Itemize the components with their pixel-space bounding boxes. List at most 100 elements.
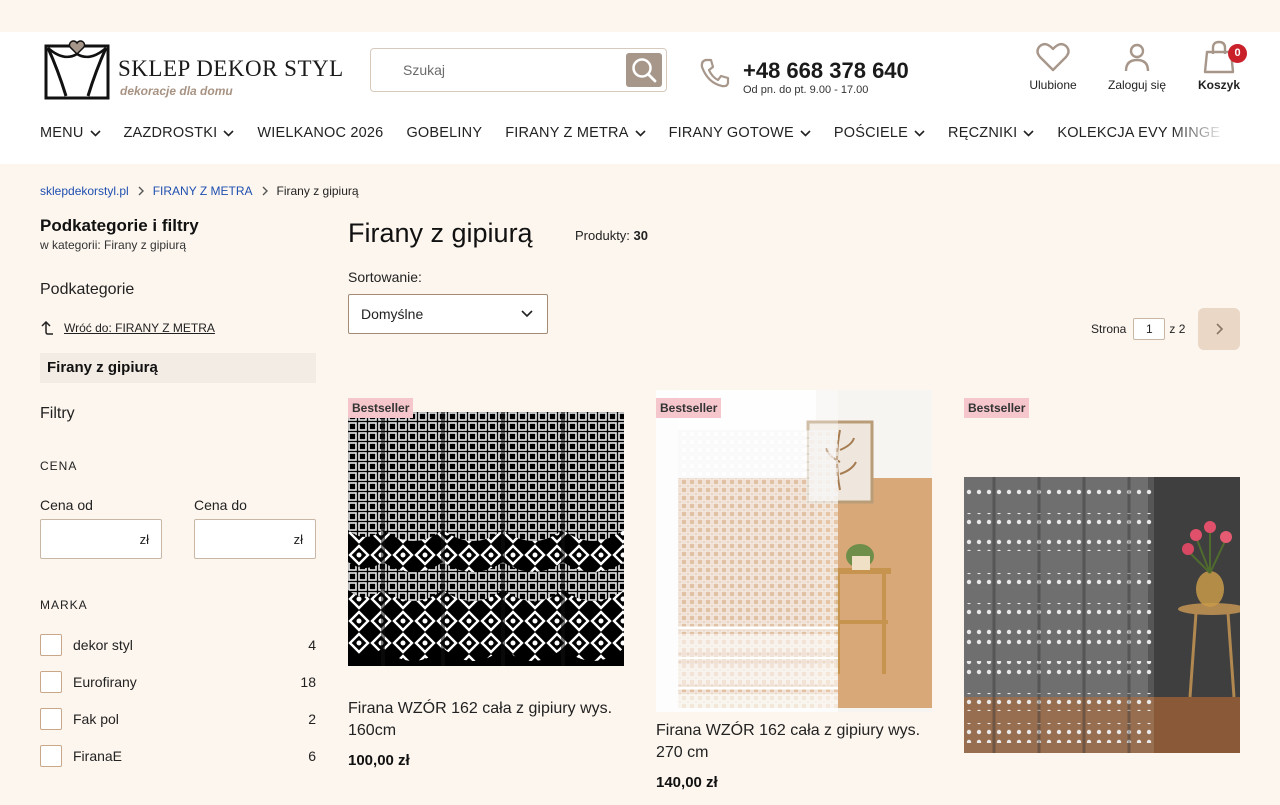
sidebar: Podkategorie i filtry w kategorii: Firan… xyxy=(40,216,316,767)
brand-item[interactable]: Eurofirany 18 xyxy=(40,671,316,693)
product-name[interactable]: Firana WZÓR 162 cała z gipiury wys. 270 … xyxy=(656,720,936,764)
product-count-label: Produkty: xyxy=(575,228,630,243)
login-button[interactable]: Zaloguj się xyxy=(1104,42,1170,92)
nav-item-label: POŚCIELE xyxy=(833,125,909,141)
product-image[interactable] xyxy=(964,477,1240,753)
sort-select[interactable]: Domyślne xyxy=(348,294,548,334)
sidebar-subtitle: w kategorii: Firany z gipiurą xyxy=(40,238,187,252)
top-strip xyxy=(0,0,1280,32)
search-bar xyxy=(370,48,667,92)
heart-icon xyxy=(1036,42,1070,72)
price-heading: CENA xyxy=(40,459,78,473)
brand-count: 2 xyxy=(308,711,316,727)
page-input[interactable]: 1 xyxy=(1133,318,1166,340)
arrow-up-back-icon xyxy=(41,321,53,335)
bestseller-badge: Bestseller xyxy=(656,398,722,418)
nav-item-6[interactable]: POŚCIELE xyxy=(834,125,925,141)
currency-label: zł xyxy=(293,532,303,547)
product-name[interactable]: Firana WZÓR 162 cała z gipiury wys. 160c… xyxy=(348,698,628,742)
user-icon xyxy=(1124,43,1150,72)
price-to-label: Cena do xyxy=(194,497,247,513)
main-nav: MENU ZAZDROSTKI WIELKANOC 2026 GOBELINY FIRA… xyxy=(40,124,1240,146)
breadcrumb: sklepdekorstyl.pl FIRANY Z METRA Firany … xyxy=(40,184,359,198)
brand-checkbox[interactable] xyxy=(40,708,62,730)
product-card[interactable]: Bestseller Firana WZÓR 162 cała z gipiur… xyxy=(348,390,624,780)
nav-item-7[interactable]: RĘCZNIKI xyxy=(948,125,1034,141)
product-price: 140,00 zł xyxy=(656,774,718,791)
breadcrumb-parent[interactable]: FIRANY Z METRA xyxy=(153,184,253,198)
nav-item-2[interactable]: WIELKANOC 2026 xyxy=(257,125,383,141)
breadcrumb-current: Firany z gipiurą xyxy=(276,184,359,198)
active-category[interactable]: Firany z gipiurą xyxy=(40,353,316,383)
pager-label: Strona xyxy=(1091,322,1127,336)
brand-name: Fak pol xyxy=(73,711,119,727)
search-button[interactable] xyxy=(626,53,662,87)
chevron-down-icon xyxy=(1023,129,1034,137)
nav-item-label: ZAZDROSTKI xyxy=(123,125,218,141)
brand-list: dekor styl 4 Eurofirany 18 Fak pol 2 Fir… xyxy=(40,634,316,767)
product-count: Produkty: 30 xyxy=(575,228,648,243)
next-page-button[interactable] xyxy=(1198,308,1240,350)
nav-item-label: RĘCZNIKI xyxy=(948,125,1018,141)
site-header: SKLEP DEKOR STYL dekoracje dla domu +48 … xyxy=(0,32,1280,164)
lace-curtain-image xyxy=(348,412,624,666)
phone-icon xyxy=(700,58,730,88)
back-link[interactable]: Wróć do: FIRANY Z METRA xyxy=(40,321,316,335)
price-from-label: Cena od xyxy=(40,497,93,513)
bestseller-badge: Bestseller xyxy=(964,398,1030,418)
phone-hours: Od pn. do pt. 9.00 - 17.00 xyxy=(743,84,869,96)
price-to-input[interactable]: zł xyxy=(194,519,316,559)
nav-item-4[interactable]: FIRANY Z METRA xyxy=(505,125,646,141)
price-from-input[interactable]: zł xyxy=(40,519,162,559)
brand-checkbox[interactable] xyxy=(40,745,62,767)
chevron-down-icon xyxy=(89,129,101,137)
cart-label: Koszyk xyxy=(1197,78,1241,92)
wishlist-button[interactable]: Ulubione xyxy=(1026,42,1080,92)
sidebar-title: Podkategorie i filtry xyxy=(40,216,199,235)
brand-name: Eurofirany xyxy=(73,674,137,690)
breadcrumb-home[interactable]: sklepdekorstyl.pl xyxy=(40,184,129,198)
product-price: 100,00 zł xyxy=(348,752,410,769)
product-card[interactable]: Bestseller xyxy=(964,390,1240,790)
cart-button[interactable]: Koszyk 0 xyxy=(1196,40,1247,92)
nav-item-label: GOBELINY xyxy=(406,125,483,141)
nav-item-0[interactable]: MENU xyxy=(40,125,101,141)
subcategories-heading: Podkategorie xyxy=(40,281,135,298)
grey-room-curtain-image xyxy=(964,477,1240,753)
nav-item-label: FIRANY GOTOWE xyxy=(668,125,794,141)
cart-count-badge: 0 xyxy=(1228,44,1247,63)
brand-item[interactable]: dekor styl 4 xyxy=(40,634,316,656)
sort-label: Sortowanie: xyxy=(348,269,422,285)
nav-item-3[interactable]: GOBELINY xyxy=(406,125,482,141)
product-card[interactable]: Bestseller xyxy=(656,390,932,800)
chevron-down-icon xyxy=(800,129,811,137)
brand-item[interactable]: FiranaE 6 xyxy=(40,745,316,767)
phone-number[interactable]: +48 668 378 640 xyxy=(743,58,909,84)
page-title: Firany z gipiurą xyxy=(348,218,533,248)
currency-label: zł xyxy=(139,532,149,547)
pagination: Strona 1 z 2 xyxy=(1091,318,1185,340)
nav-item-label: MENU xyxy=(40,125,84,141)
room-curtain-image xyxy=(656,390,932,712)
chevron-down-icon xyxy=(223,129,234,137)
logo-mark-icon xyxy=(44,40,110,100)
chevron-right-icon xyxy=(1216,323,1223,335)
brand-checkbox[interactable] xyxy=(40,671,62,693)
brand-item[interactable]: Fak pol 2 xyxy=(40,708,316,730)
brand-checkbox[interactable] xyxy=(40,634,62,656)
pager-total: z 2 xyxy=(1169,322,1186,336)
brand-count: 6 xyxy=(308,748,316,764)
nav-fade-overlay xyxy=(1170,124,1240,146)
brand-name: FiranaE xyxy=(73,748,123,764)
logo-subtitle: dekoracje dla domu xyxy=(120,84,233,98)
logo[interactable]: SKLEP DEKOR STYL dekoracje dla domu xyxy=(44,40,344,102)
search-icon xyxy=(632,58,657,83)
product-image[interactable] xyxy=(656,390,932,712)
bestseller-badge: Bestseller xyxy=(348,398,414,418)
search-input[interactable] xyxy=(372,50,622,90)
nav-item-1[interactable]: ZAZDROSTKI xyxy=(124,125,235,141)
product-image[interactable] xyxy=(348,412,624,666)
nav-item-5[interactable]: FIRANY GOTOWE xyxy=(669,125,811,141)
chevron-down-icon xyxy=(635,129,646,137)
brand-heading: MARKA xyxy=(40,598,88,612)
